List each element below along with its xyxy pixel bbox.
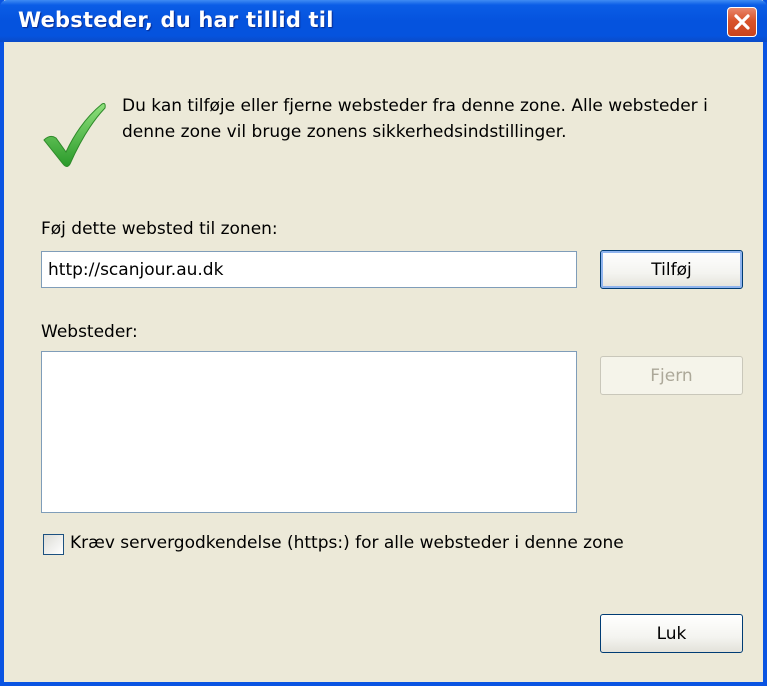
- close-x-icon: [734, 14, 750, 30]
- require-https-checkbox[interactable]: [43, 534, 64, 555]
- zone-description: Du kan tilføje eller fjerne websteder fr…: [122, 96, 708, 142]
- window-title: Websteder, du har tillid til: [18, 8, 334, 32]
- remove-button[interactable]: Fjern: [600, 356, 743, 395]
- site-url-input[interactable]: [41, 251, 577, 288]
- require-https-label[interactable]: Kræv servergodkendelse (https:) for alle…: [70, 533, 624, 553]
- close-window-button[interactable]: [727, 7, 757, 37]
- sites-listbox[interactable]: [41, 351, 577, 513]
- add-button[interactable]: Tilføj: [600, 250, 743, 289]
- sites-label: Websteder:: [41, 322, 138, 342]
- title-bar[interactable]: Websteder, du har tillid til: [0, 0, 767, 42]
- dialog-window: Websteder, du har tillid til Du kan tilf…: [0, 0, 767, 686]
- close-button[interactable]: Luk: [600, 614, 743, 653]
- add-site-label: Føj dette websted til zonen:: [41, 219, 278, 239]
- checkmark-icon: [43, 103, 106, 167]
